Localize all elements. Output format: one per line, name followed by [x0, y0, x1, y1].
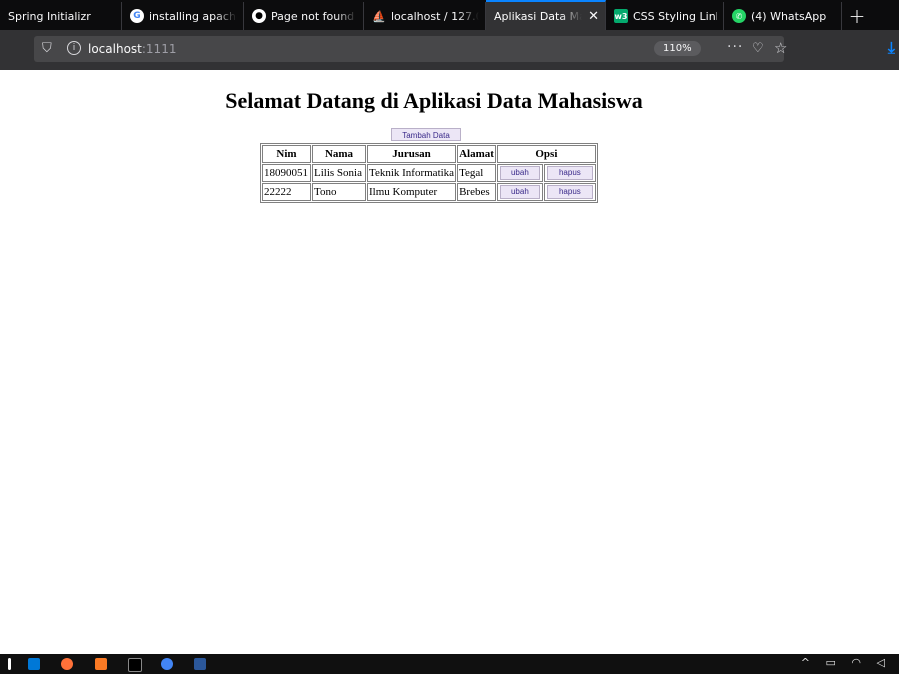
tab-label: localhost / 127.0.: [391, 9, 479, 23]
tab-spring-initializr[interactable]: Spring Initializr: [0, 2, 122, 30]
edit-button[interactable]: ubah: [499, 166, 540, 180]
mail-icon[interactable]: [28, 658, 40, 670]
url-port: :1111: [141, 42, 177, 56]
github-icon: ●: [252, 9, 266, 23]
url-host: localhost: [88, 42, 142, 56]
tab-css-styling-links[interactable]: w3 CSS Styling Links: [606, 2, 724, 30]
cell-edit: ubah: [496, 164, 543, 182]
phpmyadmin-icon: ⛵: [372, 9, 386, 23]
tab-label: Aplikasi Data Mah: [494, 9, 582, 23]
cell-nama: Lilis Sonia: [312, 164, 366, 182]
delete-button[interactable]: hapus: [546, 185, 593, 199]
tab-aplikasi-data-mahasiswa[interactable]: Aplikasi Data Mah ✕: [486, 0, 606, 30]
browser-nav-bar: ⛉ i localhost:1111 110% ··· ♡ ☆: [0, 30, 899, 70]
chevron-up-icon[interactable]: ^: [801, 656, 816, 669]
chrome-icon[interactable]: [161, 658, 173, 670]
student-table: Nim Nama Jurusan Alamat Opsi 18090051 Li…: [260, 143, 598, 203]
page-actions-icon[interactable]: ···: [727, 39, 743, 55]
cell-alamat: Brebes: [457, 183, 496, 201]
cell-alamat: Tegal: [457, 164, 496, 182]
intellij-icon[interactable]: [128, 658, 142, 672]
cell-nim: 22222: [262, 183, 311, 201]
pocket-icon[interactable]: ♡: [752, 41, 764, 56]
start-icon[interactable]: [8, 658, 11, 670]
cell-jurusan: Ilmu Komputer: [367, 183, 457, 201]
tab-phpmyadmin[interactable]: ⛵ localhost / 127.0.: [364, 2, 486, 30]
wifi-icon: ◠: [851, 656, 868, 669]
header-alamat: Alamat: [457, 145, 496, 163]
header-nama: Nama: [312, 145, 366, 163]
download-icon[interactable]: ⤓: [888, 38, 895, 58]
shield-icon[interactable]: ⛉: [42, 41, 52, 56]
xampp-icon[interactable]: [95, 658, 107, 670]
tab-label: Spring Initializr: [8, 9, 91, 23]
browser-tab-bar: Spring Initializr G installing apache ● …: [0, 0, 899, 30]
page-title: Selamat Datang di Aplikasi Data Mahasisw…: [225, 88, 643, 113]
header-opsi: Opsi: [496, 145, 596, 163]
google-icon: G: [130, 9, 144, 23]
tab-label: Page not found ·: [271, 9, 357, 23]
tab-label: CSS Styling Links: [633, 9, 717, 23]
cell-nim: 18090051: [262, 164, 311, 182]
url-text[interactable]: localhost:1111: [88, 42, 176, 56]
add-data-button[interactable]: Tambah Data: [391, 128, 461, 141]
cell-delete: hapus: [543, 183, 596, 201]
tab-label: installing apache: [149, 9, 237, 23]
cell-delete: hapus: [543, 164, 596, 182]
table-row: 22222 Tono Ilmu Komputer Brebes ubah hap…: [262, 183, 596, 201]
system-tray[interactable]: ^ ▭ ◠ ◁: [801, 656, 891, 669]
volume-icon[interactable]: ◁: [877, 656, 891, 669]
battery-icon: ▭: [825, 656, 842, 669]
firefox-icon[interactable]: [61, 658, 73, 670]
close-tab-icon[interactable]: ✕: [588, 9, 599, 24]
os-taskbar: ^ ▭ ◠ ◁: [0, 654, 899, 674]
header-jurusan: Jurusan: [367, 145, 457, 163]
zoom-level-badge[interactable]: 110%: [654, 41, 701, 56]
bookmark-star-icon[interactable]: ☆: [774, 39, 787, 57]
tab-whatsapp[interactable]: ✆ (4) WhatsApp: [724, 2, 842, 30]
new-tab-button[interactable]: +: [842, 2, 872, 30]
table-row: 18090051 Lilis Sonia Teknik Informatika …: [262, 164, 596, 182]
info-icon[interactable]: i: [67, 41, 81, 55]
page-content: Selamat Datang di Aplikasi Data Mahasisw…: [0, 70, 899, 654]
tab-installing-apache[interactable]: G installing apache: [122, 2, 244, 30]
cell-nama: Tono: [312, 183, 366, 201]
table-header-row: Nim Nama Jurusan Alamat Opsi: [262, 145, 596, 163]
cell-edit: ubah: [496, 183, 543, 201]
delete-button[interactable]: hapus: [546, 166, 593, 180]
word-icon[interactable]: [194, 658, 206, 670]
w3schools-icon: w3: [614, 9, 628, 23]
whatsapp-icon: ✆: [732, 9, 746, 23]
cell-jurusan: Teknik Informatika: [367, 164, 457, 182]
tab-page-not-found[interactable]: ● Page not found ·: [244, 2, 364, 30]
edit-button[interactable]: ubah: [499, 185, 540, 199]
address-bar[interactable]: ⛉ i localhost:1111 110% ··· ♡ ☆: [34, 36, 787, 62]
tab-label: (4) WhatsApp: [751, 9, 827, 23]
header-nim: Nim: [262, 145, 311, 163]
